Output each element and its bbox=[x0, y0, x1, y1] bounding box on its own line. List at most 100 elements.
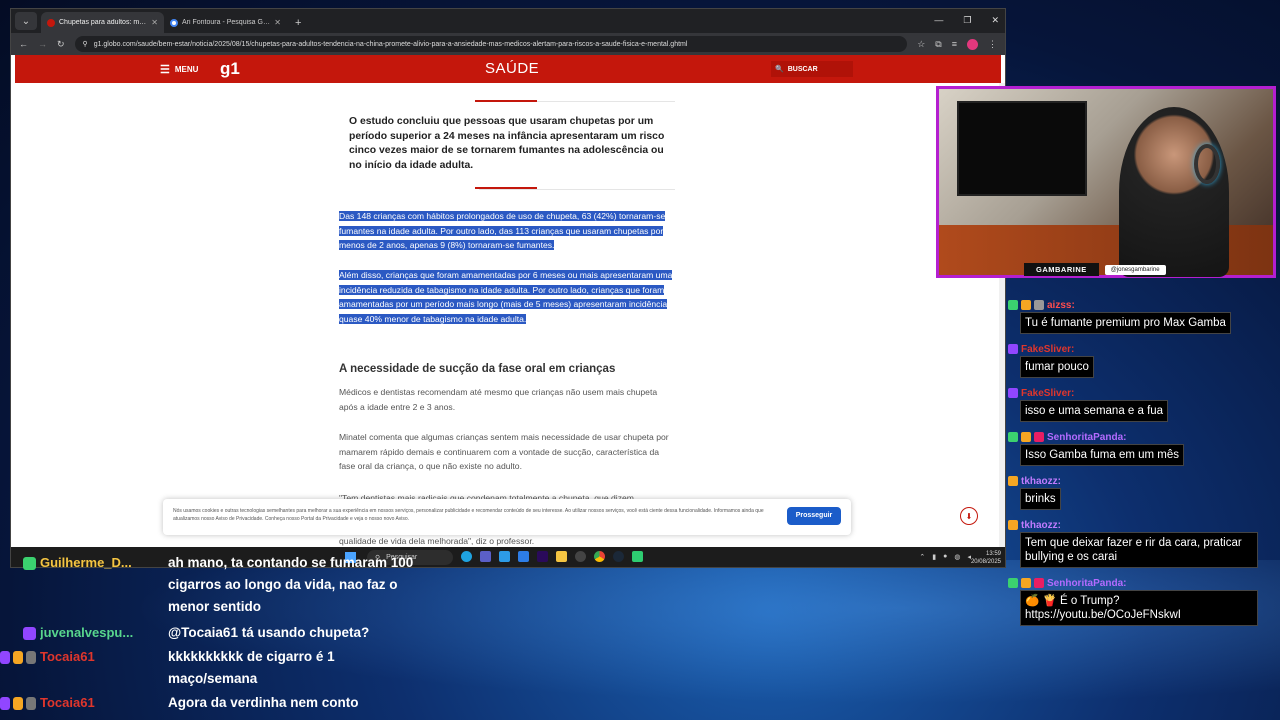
tab-chupetas[interactable]: Chupetas para adultos: médicos ✕ bbox=[41, 12, 164, 33]
chat-text: fumar pouco bbox=[1020, 356, 1094, 378]
chrome-icon[interactable] bbox=[594, 551, 605, 562]
tab-search-button[interactable]: ⌄ bbox=[15, 12, 37, 30]
usb-icon[interactable]: ▮ bbox=[932, 553, 936, 561]
chat-user-line: tkhaozz: bbox=[1008, 518, 1276, 532]
chat-username[interactable]: FakeSliver: bbox=[1021, 344, 1074, 355]
clock-time: 13:59 bbox=[985, 551, 1001, 557]
badge-icon bbox=[1008, 520, 1018, 530]
vscode-icon[interactable] bbox=[499, 551, 510, 562]
chat-username[interactable]: tkhaozz: bbox=[1021, 476, 1061, 487]
window-controls: — ❐ ✕ bbox=[934, 15, 999, 26]
chat-username[interactable]: juvenalvespu... bbox=[40, 622, 164, 644]
streamer-silhouette bbox=[1119, 107, 1229, 277]
chat-username[interactable]: aizss: bbox=[1047, 300, 1075, 311]
back-icon[interactable]: ← bbox=[19, 39, 28, 49]
chat-username[interactable]: Guilherme_D... bbox=[40, 552, 164, 574]
chat-username[interactable]: SenhoritaPanda: bbox=[1047, 578, 1126, 589]
tab-bar: ⌄ Chupetas para adultos: médicos ✕ Ari F… bbox=[11, 9, 1005, 33]
media-player-icon[interactable] bbox=[632, 551, 643, 562]
chat-text: 🍊 🍟 É o Trump? https://youtu.be/OCoJeFNs… bbox=[1020, 590, 1258, 626]
chat-badges bbox=[0, 552, 36, 574]
chat-text: Isso Gamba fuma em um mês bbox=[1020, 444, 1185, 466]
badge-icon bbox=[1008, 388, 1018, 398]
selected-text: Das 148 crianças com hábitos prolongados… bbox=[339, 211, 666, 250]
badge-icon bbox=[0, 650, 10, 664]
close-tab-icon[interactable]: ✕ bbox=[151, 18, 158, 27]
g1-logo[interactable]: g1 bbox=[220, 59, 240, 79]
edge-icon[interactable] bbox=[461, 551, 472, 562]
search-label: BUSCAR bbox=[787, 65, 818, 73]
badge-icon bbox=[1008, 300, 1018, 310]
quote-bottom-rule bbox=[475, 187, 537, 189]
badge-icon bbox=[1008, 476, 1018, 486]
tray-chevron-icon[interactable]: ⌃ bbox=[919, 553, 925, 561]
badge-icon bbox=[13, 696, 23, 710]
network-icon[interactable]: ◍ bbox=[954, 553, 960, 561]
chat-user-line: SenhoritaPanda: bbox=[1008, 576, 1276, 590]
url-field[interactable]: ⚲ g1.globo.com/saude/bem-estar/noticia/2… bbox=[74, 36, 908, 52]
chat-username[interactable]: SenhoritaPanda: bbox=[1047, 432, 1126, 443]
chat-message: SenhoritaPanda: 🍊 🍟 É o Trump? https://yo… bbox=[1008, 576, 1276, 626]
folder-icon[interactable] bbox=[556, 551, 567, 562]
google-favicon-icon bbox=[170, 18, 178, 27]
badge-icon bbox=[23, 556, 36, 570]
bottom-chat-message: juvenalvespu... @Tocaia61 tá usando chupe… bbox=[0, 622, 418, 644]
browser-menu-icon[interactable]: ⋮ bbox=[988, 39, 997, 50]
teams-icon[interactable] bbox=[480, 551, 491, 562]
obs-icon[interactable] bbox=[575, 551, 586, 562]
steam-icon[interactable] bbox=[613, 551, 624, 562]
badge-icon bbox=[26, 650, 36, 664]
chat-text: Tu é fumante premium pro Max Gamba bbox=[1020, 312, 1231, 334]
close-window-icon[interactable]: ✕ bbox=[991, 15, 999, 26]
webcam-tv bbox=[957, 101, 1087, 196]
extensions-icon[interactable]: ⧉ bbox=[935, 39, 941, 50]
maximize-icon[interactable]: ❐ bbox=[963, 15, 971, 26]
profile-avatar[interactable] bbox=[967, 38, 978, 50]
section-heading: A necessidade de sucção da fase oral em … bbox=[339, 363, 616, 375]
chat-user-line: aizss: bbox=[1008, 298, 1276, 312]
menu-button[interactable]: ☰ MENU bbox=[160, 63, 198, 76]
media-icon[interactable]: ≡ bbox=[952, 39, 957, 49]
paragraph: Minatel comenta que algumas crianças sen… bbox=[339, 432, 669, 471]
chat-username[interactable]: tkhaozz: bbox=[1021, 520, 1061, 531]
badge-icon bbox=[1034, 432, 1044, 442]
badge-icon bbox=[1021, 432, 1031, 442]
new-tab-button[interactable]: + bbox=[295, 17, 301, 29]
menu-label: MENU bbox=[174, 65, 199, 74]
close-tab-icon[interactable]: ✕ bbox=[274, 18, 281, 27]
badge-icon bbox=[1034, 300, 1044, 310]
chat-username[interactable]: FakeSliver: bbox=[1021, 388, 1074, 399]
reload-icon[interactable]: ↻ bbox=[57, 39, 65, 50]
chat-user-line: FakeSliver: bbox=[1008, 342, 1276, 356]
section-title[interactable]: SAÚDE bbox=[485, 60, 539, 77]
chat-text: kkkkkkkkkk de cigarro é 1 maço/semana bbox=[168, 649, 335, 686]
bookmark-star-icon[interactable]: ☆ bbox=[917, 39, 925, 50]
badge-icon bbox=[1034, 578, 1044, 588]
selected-paragraph: Além disso, crianças que foram amamentad… bbox=[339, 268, 675, 326]
store-icon[interactable] bbox=[518, 551, 529, 562]
chat-text: Agora da verdinha nem conto bbox=[168, 695, 359, 710]
badge-icon bbox=[1008, 432, 1018, 442]
premiere-icon[interactable] bbox=[537, 551, 548, 562]
tab-google-search[interactable]: Ari Fontoura - Pesquisa Google ✕ bbox=[164, 12, 287, 33]
streamer-name: GAMBARINE bbox=[1024, 263, 1099, 276]
chat-username[interactable]: Tocaia61 bbox=[40, 646, 164, 668]
chat-username[interactable]: Tocaia61 bbox=[40, 692, 164, 714]
chat-message: aizss: Tu é fumante premium pro Max Gamba bbox=[1008, 298, 1276, 334]
browser-window: ⌄ Chupetas para adultos: médicos ✕ Ari F… bbox=[10, 8, 1006, 568]
webcam-frame bbox=[936, 86, 1276, 278]
g1-header: ☰ MENU g1 SAÚDE 🔍 BUSCAR bbox=[15, 55, 1001, 83]
divider bbox=[479, 189, 675, 190]
streamer-nameplate: GAMBARINE @jonesgambarine bbox=[1024, 263, 1166, 276]
chat-user-line: SenhoritaPanda: bbox=[1008, 430, 1276, 444]
mic-icon[interactable]: ● bbox=[943, 553, 947, 561]
accept-cookies-button[interactable]: Prosseguir bbox=[787, 507, 841, 525]
search-button[interactable]: 🔍 BUSCAR bbox=[771, 61, 853, 77]
minimize-icon[interactable]: — bbox=[934, 15, 943, 26]
pdf-icon[interactable]: ⬇ bbox=[960, 507, 978, 525]
forward-icon[interactable]: → bbox=[38, 39, 47, 49]
taskbar-clock[interactable]: 13:59 20/08/2025 bbox=[971, 550, 1001, 566]
address-bar-row: ← → ↻ ⚲ g1.globo.com/saude/bem-estar/not… bbox=[11, 33, 1005, 55]
site-info-icon[interactable]: ⚲ bbox=[83, 40, 88, 48]
chat-message: tkhaozz: Tem que deixar fazer e rir da ca… bbox=[1008, 518, 1276, 568]
